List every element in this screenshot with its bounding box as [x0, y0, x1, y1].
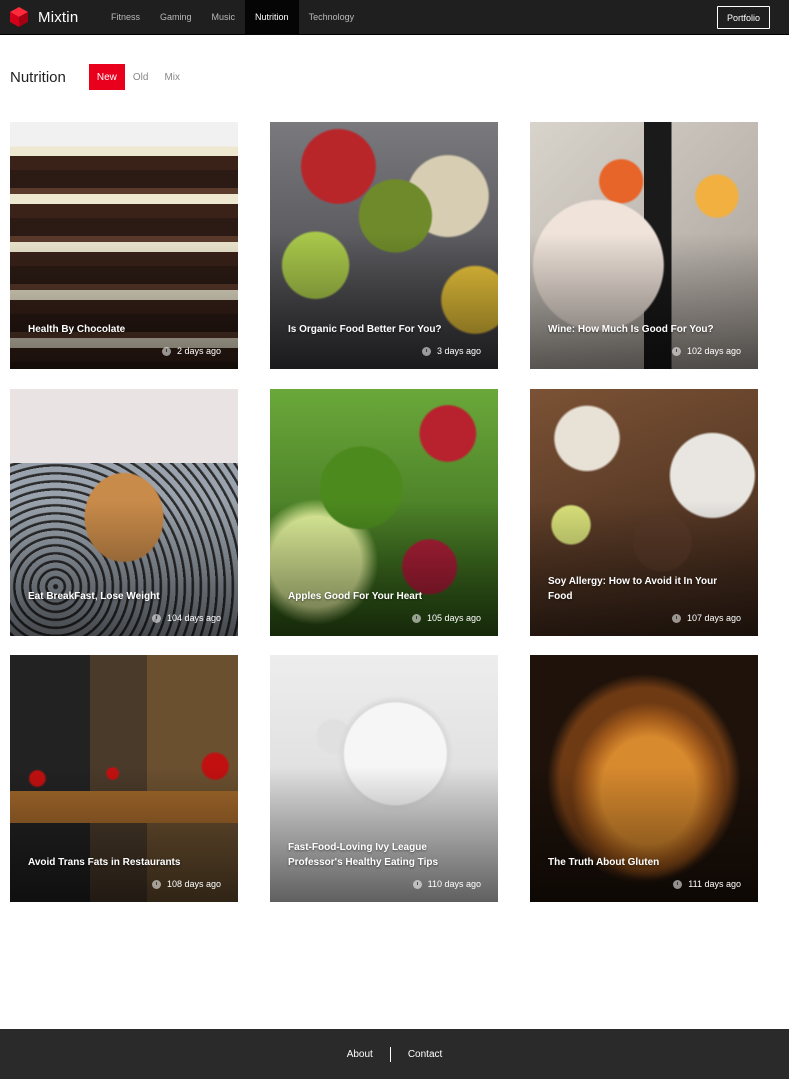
- brand-name: Mixtin: [38, 8, 79, 26]
- clock-icon: [161, 346, 171, 356]
- post-meta: 108 days ago: [151, 879, 221, 889]
- post-card[interactable]: Is Organic Food Better For You? 3 days a…: [270, 122, 498, 369]
- page-title: Nutrition: [10, 68, 66, 86]
- nav-item-fitness[interactable]: Fitness: [101, 0, 150, 35]
- post-title[interactable]: Soy Allergy: How to Avoid it In Your Foo…: [548, 574, 744, 604]
- clock-icon: [151, 613, 161, 623]
- nav-item-nutrition[interactable]: Nutrition: [245, 0, 299, 35]
- post-title[interactable]: Eat BreakFast, Lose Weight: [28, 589, 224, 604]
- post-time: 110 days ago: [427, 879, 481, 889]
- post-meta: 105 days ago: [411, 613, 481, 623]
- post-card[interactable]: Avoid Trans Fats in Restaurants 108 days…: [10, 655, 238, 902]
- post-meta: 104 days ago: [151, 613, 221, 623]
- filter-old-button[interactable]: Old: [125, 64, 157, 90]
- post-title[interactable]: The Truth About Gluten: [548, 855, 744, 870]
- post-card[interactable]: Wine: How Much Is Good For You? 102 days…: [530, 122, 758, 369]
- post-time: 3 days ago: [436, 346, 481, 356]
- post-meta: 2 days ago: [161, 346, 221, 356]
- post-card[interactable]: Eat BreakFast, Lose Weight 104 days ago: [10, 389, 238, 636]
- clock-icon: [412, 879, 422, 889]
- post-title[interactable]: Health By Chocolate: [28, 322, 224, 337]
- post-time: 104 days ago: [166, 613, 221, 623]
- post-title[interactable]: Apples Good For Your Heart: [288, 589, 484, 604]
- post-title[interactable]: Fast-Food-Loving Ivy League Professor's …: [288, 840, 484, 870]
- top-navbar: Mixtin Fitness Gaming Music Nutrition Te…: [0, 0, 789, 35]
- brand-logo[interactable]: Mixtin: [9, 0, 101, 35]
- post-card[interactable]: The Truth About Gluten 111 days ago: [530, 655, 758, 902]
- post-time: 111 days ago: [688, 879, 741, 889]
- post-meta: 107 days ago: [671, 613, 741, 623]
- clock-icon: [411, 613, 421, 623]
- post-meta: 3 days ago: [421, 346, 481, 356]
- post-meta: 102 days ago: [671, 346, 741, 356]
- main-nav: Fitness Gaming Music Nutrition Technolog…: [101, 0, 364, 35]
- nav-item-music[interactable]: Music: [202, 0, 246, 35]
- clock-icon: [421, 346, 431, 356]
- post-meta: 111 days ago: [673, 879, 741, 889]
- post-time: 105 days ago: [426, 613, 481, 623]
- post-card[interactable]: Health By Chocolate 2 days ago: [10, 122, 238, 369]
- post-time: 108 days ago: [166, 879, 221, 889]
- post-time: 107 days ago: [686, 613, 741, 623]
- footer-link-contact[interactable]: Contact: [391, 1049, 459, 1060]
- portfolio-button[interactable]: Portfolio: [717, 6, 770, 29]
- cube-logo-icon: [10, 7, 28, 27]
- post-card[interactable]: Fast-Food-Loving Ivy League Professor's …: [270, 655, 498, 902]
- post-title[interactable]: Wine: How Much Is Good For You?: [548, 322, 744, 337]
- filter-mix-button[interactable]: Mix: [156, 64, 188, 90]
- filter-new-button[interactable]: New: [88, 64, 125, 90]
- clock-icon: [151, 879, 161, 889]
- nav-item-gaming[interactable]: Gaming: [150, 0, 202, 35]
- nav-item-technology[interactable]: Technology: [299, 0, 365, 35]
- post-title[interactable]: Is Organic Food Better For You?: [288, 322, 484, 337]
- clock-icon: [671, 346, 681, 356]
- post-time: 2 days ago: [176, 346, 221, 356]
- clock-icon: [671, 613, 681, 623]
- footer: About Contact: [0, 1029, 789, 1079]
- post-card[interactable]: Soy Allergy: How to Avoid it In Your Foo…: [530, 389, 758, 636]
- clock-icon: [673, 879, 683, 889]
- post-card[interactable]: Apples Good For Your Heart 105 days ago: [270, 389, 498, 636]
- filter-bar: Nutrition New Old Mix: [10, 64, 188, 90]
- post-meta: 110 days ago: [412, 879, 481, 889]
- footer-link-about[interactable]: About: [330, 1049, 390, 1060]
- post-title[interactable]: Avoid Trans Fats in Restaurants: [28, 855, 224, 870]
- post-time: 102 days ago: [686, 346, 741, 356]
